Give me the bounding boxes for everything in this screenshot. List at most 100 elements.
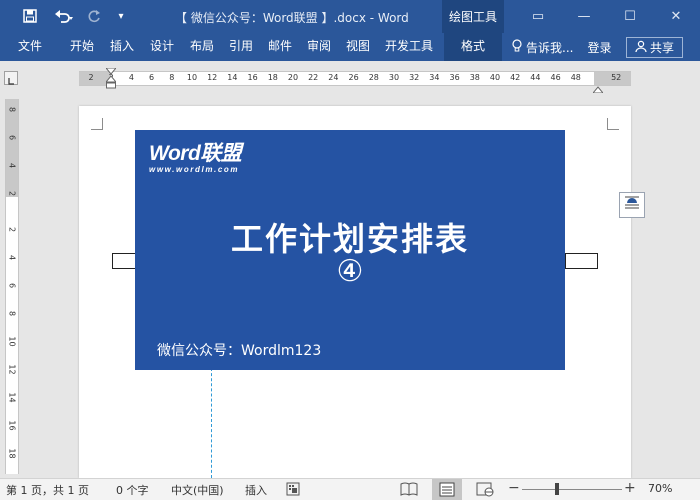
person-icon (635, 40, 647, 55)
sign-in-link[interactable]: 登录 (587, 39, 611, 56)
ruler-number: 8 (169, 73, 175, 82)
customize-quick-access-button[interactable]: ▾ (112, 7, 130, 25)
tab-review[interactable]: 审阅 (307, 33, 331, 61)
web-layout-icon[interactable] (476, 481, 494, 497)
tab-view[interactable]: 视图 (346, 33, 370, 61)
lightbulb-icon (512, 38, 522, 56)
ruler-number: 40 (489, 73, 501, 82)
ruler-number: 52 (611, 73, 622, 82)
ruler-number: 30 (388, 73, 400, 82)
ruler-number: 4 (7, 254, 17, 261)
tab-format-label: 格式 (460, 39, 485, 53)
tab-developer[interactable]: 开发工具 (385, 33, 433, 61)
ruler-number: 2 (88, 73, 94, 82)
tab-layout[interactable]: 布局 (190, 33, 214, 61)
logo-url: www.wordlm.com (149, 165, 240, 174)
cover-image[interactable]: Word联盟 www.wordlm.com 工作计划安排表 ④ 微信公众号：Wo… (135, 130, 565, 370)
save-icon[interactable] (18, 7, 42, 25)
minimize-button[interactable]: — (561, 0, 607, 33)
insert-mode[interactable]: 插入 (245, 482, 267, 498)
ruler-number: 10 (186, 73, 198, 82)
vertical-ruler[interactable]: 8 6 4 2 2 4 6 8 10 12 14 16 18 (5, 99, 19, 474)
zoom-in-button[interactable]: + (624, 480, 636, 496)
drawing-tools-label: 绘图工具 (442, 0, 504, 33)
zoom-slider[interactable] (522, 489, 622, 490)
ruler-number: 14 (7, 392, 17, 403)
ruler-number: 22 (308, 73, 319, 82)
logo-text: Word联盟 (149, 142, 242, 165)
cover-number: ④ (336, 254, 364, 289)
ruler-number: 42 (510, 73, 521, 82)
tab-insert[interactable]: 插入 (110, 33, 134, 61)
zoom-out-button[interactable]: − (508, 480, 520, 496)
ruler-number: 12 (207, 73, 218, 82)
ruler-number: 6 (7, 134, 17, 141)
ruler-number: 46 (550, 73, 561, 82)
right-indent-marker[interactable] (591, 78, 605, 97)
ruler-number: 38 (469, 73, 480, 82)
read-mode-icon[interactable] (400, 481, 418, 497)
share-button[interactable]: 共享 (626, 37, 683, 58)
ruler-number: 44 (530, 73, 541, 82)
shape-frame-right[interactable] (565, 253, 598, 269)
tab-home[interactable]: 开始 (70, 33, 94, 61)
ribbon-display-options-icon[interactable]: ▭ (515, 0, 561, 33)
ruler-number: 4 (128, 73, 134, 82)
ruler-number: 24 (328, 73, 339, 82)
zoom-slider-thumb[interactable] (555, 483, 559, 495)
tab-file[interactable]: 文件 (18, 33, 42, 61)
ruler-number: 16 (7, 420, 17, 431)
word-count[interactable]: 0 个字 (116, 482, 149, 498)
ruler-number: 8 (7, 106, 17, 113)
ruler-number: 48 (570, 73, 581, 82)
ruler-number: 32 (409, 73, 420, 82)
ruler-number: 2 (7, 190, 17, 197)
margin-corner-top-left (91, 118, 103, 130)
document-title: 【 微信公众号：Word联盟 】.docx - Word (175, 11, 409, 25)
title-bar: ▾ 【 微信公众号：Word联盟 】.docx - Word 绘图工具 ▭ — … (0, 0, 700, 33)
tell-me-text: 告诉我... (526, 40, 574, 55)
ruler-number: 8 (7, 310, 17, 317)
maximize-button[interactable]: ☐ (607, 0, 653, 33)
close-button[interactable]: ✕ (653, 0, 699, 33)
ruler-number: 16 (247, 73, 258, 82)
layout-options-button[interactable] (619, 192, 645, 218)
text-wrap-icon (623, 194, 641, 216)
tab-references[interactable]: 引用 (229, 33, 253, 61)
ruler-number: 14 (227, 73, 238, 82)
ruler-number: 2 (7, 226, 17, 233)
page-count[interactable]: 第 1 页，共 1 页 (6, 482, 89, 498)
ruler-number: 36 (449, 73, 460, 82)
print-layout-icon[interactable] (432, 479, 462, 500)
shape-frame-left[interactable] (112, 253, 136, 269)
ruler-number: 6 (149, 73, 155, 82)
cover-footer: 微信公众号：Wordlm123 (157, 343, 322, 359)
tab-selector[interactable] (4, 71, 18, 85)
indent-markers[interactable] (104, 67, 118, 94)
tab-mailings[interactable]: 邮件 (268, 33, 292, 61)
word-logo: Word联盟 www.wordlm.com (149, 142, 242, 174)
word-window: ▾ 【 微信公众号：Word联盟 】.docx - Word 绘图工具 ▭ — … (0, 0, 700, 500)
ruler-number: 18 (7, 448, 17, 459)
ruler-number: 28 (368, 73, 379, 82)
ruler-number: 20 (287, 73, 299, 82)
tab-format[interactable]: 格式 (444, 33, 502, 61)
undo-icon[interactable] (50, 7, 78, 25)
zoom-level[interactable]: 70% (648, 482, 672, 495)
language-indicator[interactable]: 中文(中国) (171, 482, 224, 498)
margin-corner-top-right (607, 118, 619, 130)
redo-icon[interactable] (84, 7, 104, 25)
ruler-number: 6 (7, 282, 17, 289)
anchor-guide-line (211, 368, 212, 478)
ruler-number: 10 (7, 336, 17, 347)
tab-design[interactable]: 设计 (150, 33, 174, 61)
ruler-number: 12 (7, 364, 17, 375)
ruler-number: 4 (7, 162, 17, 169)
ruler-number: 26 (348, 73, 359, 82)
horizontal-ruler[interactable]: 2246810121416182022242628303234363840424… (79, 71, 631, 86)
share-label: 共享 (649, 41, 674, 55)
tell-me-box[interactable]: 告诉我... 登录 (512, 33, 611, 61)
status-bar: 第 1 页，共 1 页 0 个字 中文(中国) 插入 − + 70% (0, 478, 700, 500)
macro-record-icon[interactable] (286, 482, 300, 499)
ruler-number: 18 (267, 73, 278, 82)
